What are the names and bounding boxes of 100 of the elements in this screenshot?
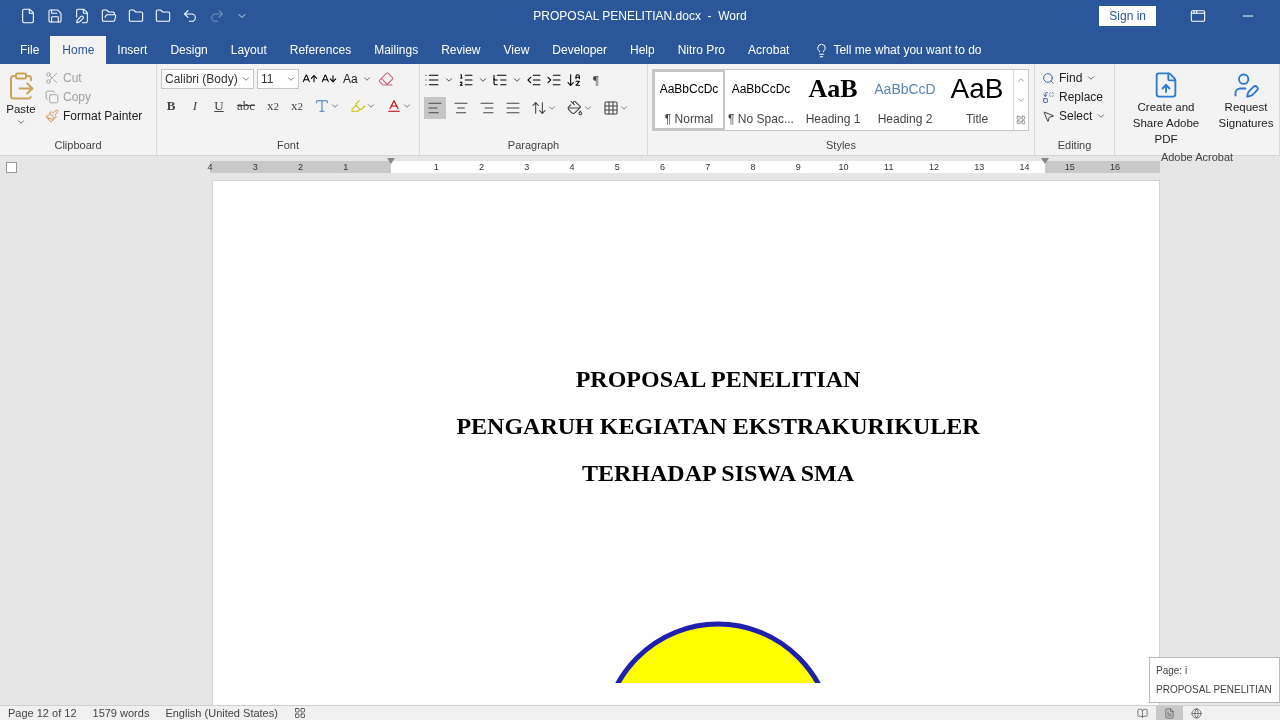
- ribbon-tab[interactable]: Design: [158, 36, 220, 64]
- group-label: Paragraph: [507, 138, 560, 153]
- format-button[interactable]: U: [209, 95, 229, 117]
- increase-indent-icon[interactable]: [546, 72, 562, 88]
- numbering-icon[interactable]: [458, 72, 474, 88]
- caret-icon[interactable]: [619, 103, 629, 113]
- tell-me-search[interactable]: Tell me what you want to do: [833, 43, 982, 57]
- select-button[interactable]: Select: [1039, 107, 1110, 125]
- align-icon: [427, 100, 443, 116]
- font-name-field[interactable]: Calibri (Body): [161, 69, 254, 89]
- caret-icon[interactable]: [1086, 73, 1097, 83]
- paste-button[interactable]: Paste: [4, 69, 38, 137]
- caret-icon[interactable]: [478, 75, 488, 85]
- signature-icon[interactable]: [1232, 71, 1260, 99]
- ruler-number: 4: [206, 161, 214, 174]
- sort-icon[interactable]: [566, 72, 582, 88]
- caret-icon[interactable]: [16, 117, 26, 127]
- folder-icon[interactable]: [155, 8, 171, 24]
- redo-icon[interactable]: [209, 8, 225, 24]
- ruler-number: 16: [1109, 161, 1121, 174]
- ribbon-tab[interactable]: References: [277, 36, 364, 64]
- ribbon-tab[interactable]: Developer: [540, 36, 619, 64]
- scroll-up-icon[interactable]: [1016, 75, 1026, 85]
- font-size-field[interactable]: 11: [257, 69, 299, 89]
- caret-icon[interactable]: [330, 101, 341, 111]
- change-case-button[interactable]: Aa: [340, 70, 375, 88]
- bullets-icon[interactable]: [424, 72, 440, 88]
- scroll-down-icon[interactable]: [1016, 95, 1026, 105]
- save-icon[interactable]: [47, 8, 63, 24]
- word-count[interactable]: 1579 words: [92, 706, 150, 720]
- replace-button[interactable]: Replace: [1039, 88, 1110, 106]
- ruler-number: 4: [568, 161, 576, 174]
- window-title: PROPOSAL PENELITIAN.docx - Word: [533, 9, 747, 23]
- tab-selector[interactable]: [6, 161, 17, 173]
- format-button[interactable]: I: [185, 95, 205, 117]
- caret-icon[interactable]: [402, 101, 413, 111]
- ruler-number: 15: [1063, 161, 1076, 174]
- ribbon-tab[interactable]: File: [8, 36, 52, 64]
- macro-icon[interactable]: [293, 707, 306, 719]
- document-heading: TERHADAP SISWA SMA: [581, 459, 855, 488]
- sign-in-button[interactable]: Sign in: [1099, 6, 1156, 26]
- folder-icon[interactable]: [128, 8, 144, 24]
- format-button[interactable]: abc: [233, 95, 260, 117]
- search-icon[interactable]: [1042, 71, 1055, 85]
- format-button[interactable]: B: [161, 95, 181, 117]
- open-folder-icon[interactable]: [101, 8, 117, 24]
- style-item[interactable]: AaBbCcDc ¶ Normal: [653, 70, 725, 130]
- language-status[interactable]: English (United States): [165, 706, 278, 720]
- group-label: Adobe Acrobat: [1160, 150, 1234, 165]
- ribbon-tab[interactable]: Mailings: [362, 36, 431, 64]
- caret-icon[interactable]: [512, 75, 522, 85]
- new-document-icon[interactable]: [20, 8, 36, 24]
- ruler-number: 8: [749, 161, 757, 174]
- find-button[interactable]: Find: [1039, 69, 1110, 87]
- ruler-number: 10: [837, 161, 850, 174]
- create-pdf-button[interactable]: Create and Share Adobe PDF: [1119, 69, 1213, 149]
- ribbon-tab[interactable]: Acrobat: [736, 36, 802, 64]
- line-spacing-icon: [531, 100, 547, 116]
- ribbon-tab[interactable]: Home: [50, 36, 107, 64]
- undo-icon[interactable]: [182, 8, 198, 24]
- show-marks-button[interactable]: ¶: [586, 69, 606, 91]
- view-icon: [1191, 707, 1202, 719]
- ribbon-tab[interactable]: Layout: [218, 36, 279, 64]
- style-preview: AaBbCcDc: [659, 81, 719, 98]
- ribbon-tab[interactable]: Help: [618, 36, 667, 64]
- eraser-icon[interactable]: [377, 71, 394, 87]
- pointer-icon[interactable]: [1042, 109, 1055, 123]
- caret-icon[interactable]: [1096, 111, 1107, 121]
- ribbon-tab[interactable]: Review: [429, 36, 493, 64]
- style-label: ¶ No Spac...: [728, 112, 794, 126]
- ribbon-tab[interactable]: Insert: [105, 36, 160, 64]
- align-button[interactable]: [424, 97, 446, 119]
- caret-icon[interactable]: [583, 103, 593, 113]
- caret-icon[interactable]: [366, 101, 377, 111]
- caret-icon[interactable]: [361, 74, 372, 84]
- caret-icon[interactable]: [547, 103, 557, 113]
- caret-icon[interactable]: [286, 74, 296, 84]
- decrease-indent-icon[interactable]: [526, 72, 542, 88]
- request-signatures-button[interactable]: Request Signatures: [1217, 69, 1275, 149]
- paintbrush-icon[interactable]: [45, 109, 59, 123]
- ruler-number: 11: [883, 161, 895, 174]
- tooltip-text: Page: i: [1156, 664, 1189, 678]
- multilevel-list-icon[interactable]: [492, 72, 508, 88]
- page-count[interactable]: Page 12 of 12: [8, 706, 77, 720]
- save-as-icon[interactable]: [74, 8, 90, 24]
- style-preview: AaBbCcD: [874, 80, 936, 99]
- caret-icon[interactable]: [241, 74, 251, 84]
- group-label: Styles: [826, 138, 856, 153]
- ribbon-display-icon[interactable]: [1190, 8, 1206, 24]
- indent-marker[interactable]: [1041, 158, 1049, 164]
- view-button[interactable]: [1156, 706, 1183, 720]
- replace-icon[interactable]: [1042, 90, 1055, 104]
- format-painter-button[interactable]: Format Painter: [42, 107, 146, 125]
- indent-marker[interactable]: [387, 158, 395, 164]
- ribbon-tab[interactable]: Nitro Pro: [665, 36, 738, 64]
- style-label: ¶ Normal: [664, 112, 714, 126]
- more-styles-icon[interactable]: [1016, 115, 1026, 125]
- ribbon-tab[interactable]: View: [491, 36, 542, 64]
- caret-icon[interactable]: [444, 75, 454, 85]
- align-icon: [505, 100, 521, 116]
